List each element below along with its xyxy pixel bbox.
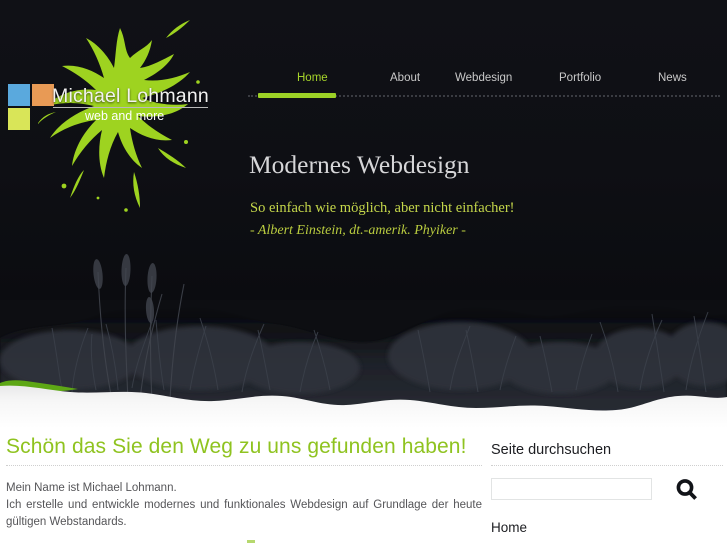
sidebar-links: Home [491,506,723,535]
content-green-marker [247,540,255,543]
magnifier-icon [676,479,697,500]
sidebar-title-divider [491,465,723,467]
logo-squares [8,84,56,132]
site-header-hero: Michael Lohmann web and more Home About We… [0,0,727,428]
hero-quote-author: - Albert Einstein, dt.-amerik. Phyiker - [250,223,466,238]
search-heading: Seite durchsuchen [491,442,612,458]
sidebar-link-home[interactable]: Home [491,506,723,535]
logo-square-orange [32,84,54,106]
nav-item-home[interactable]: Home [297,72,328,84]
intro-line-2: Ich erstelle und entwickle modernes und … [6,499,482,528]
nav-item-news[interactable]: News [658,72,687,84]
hero-quote: So einfach wie möglich, aber nicht einfa… [250,200,515,216]
page-title: Schön das Sie den Weg zu uns gefunden ha… [6,435,467,458]
logo-name: Michael Lohmann [52,85,209,107]
landscape-illustration [0,254,727,428]
site-logo[interactable]: Michael Lohmann web and more [0,14,230,229]
logo-tagline: web and more [85,109,165,123]
sidebar: Seite durchsuchen Home [491,428,723,535]
nav-item-about[interactable]: About [390,72,420,84]
intro-line-1: Mein Name ist Michael Lohmann. [6,482,177,494]
hero-title: Modernes Webdesign [249,150,470,179]
search-button[interactable] [673,476,701,504]
intro-paragraph: Mein Name ist Michael Lohmann. Ich erste… [6,467,482,531]
nav-item-webdesign[interactable]: Webdesign [455,72,512,84]
nav-active-indicator [258,93,336,98]
logo-square-yellow [8,108,30,130]
search-row [491,478,723,506]
main-column: Schön das Sie den Weg zu uns gefunden ha… [6,428,482,531]
logo-divider [53,107,208,108]
logo-square-blue [8,84,30,106]
nav-item-portfolio[interactable]: Portfolio [559,72,601,84]
search-input[interactable] [491,478,652,500]
content-area: Schön das Sie den Weg zu uns gefunden ha… [0,428,727,545]
